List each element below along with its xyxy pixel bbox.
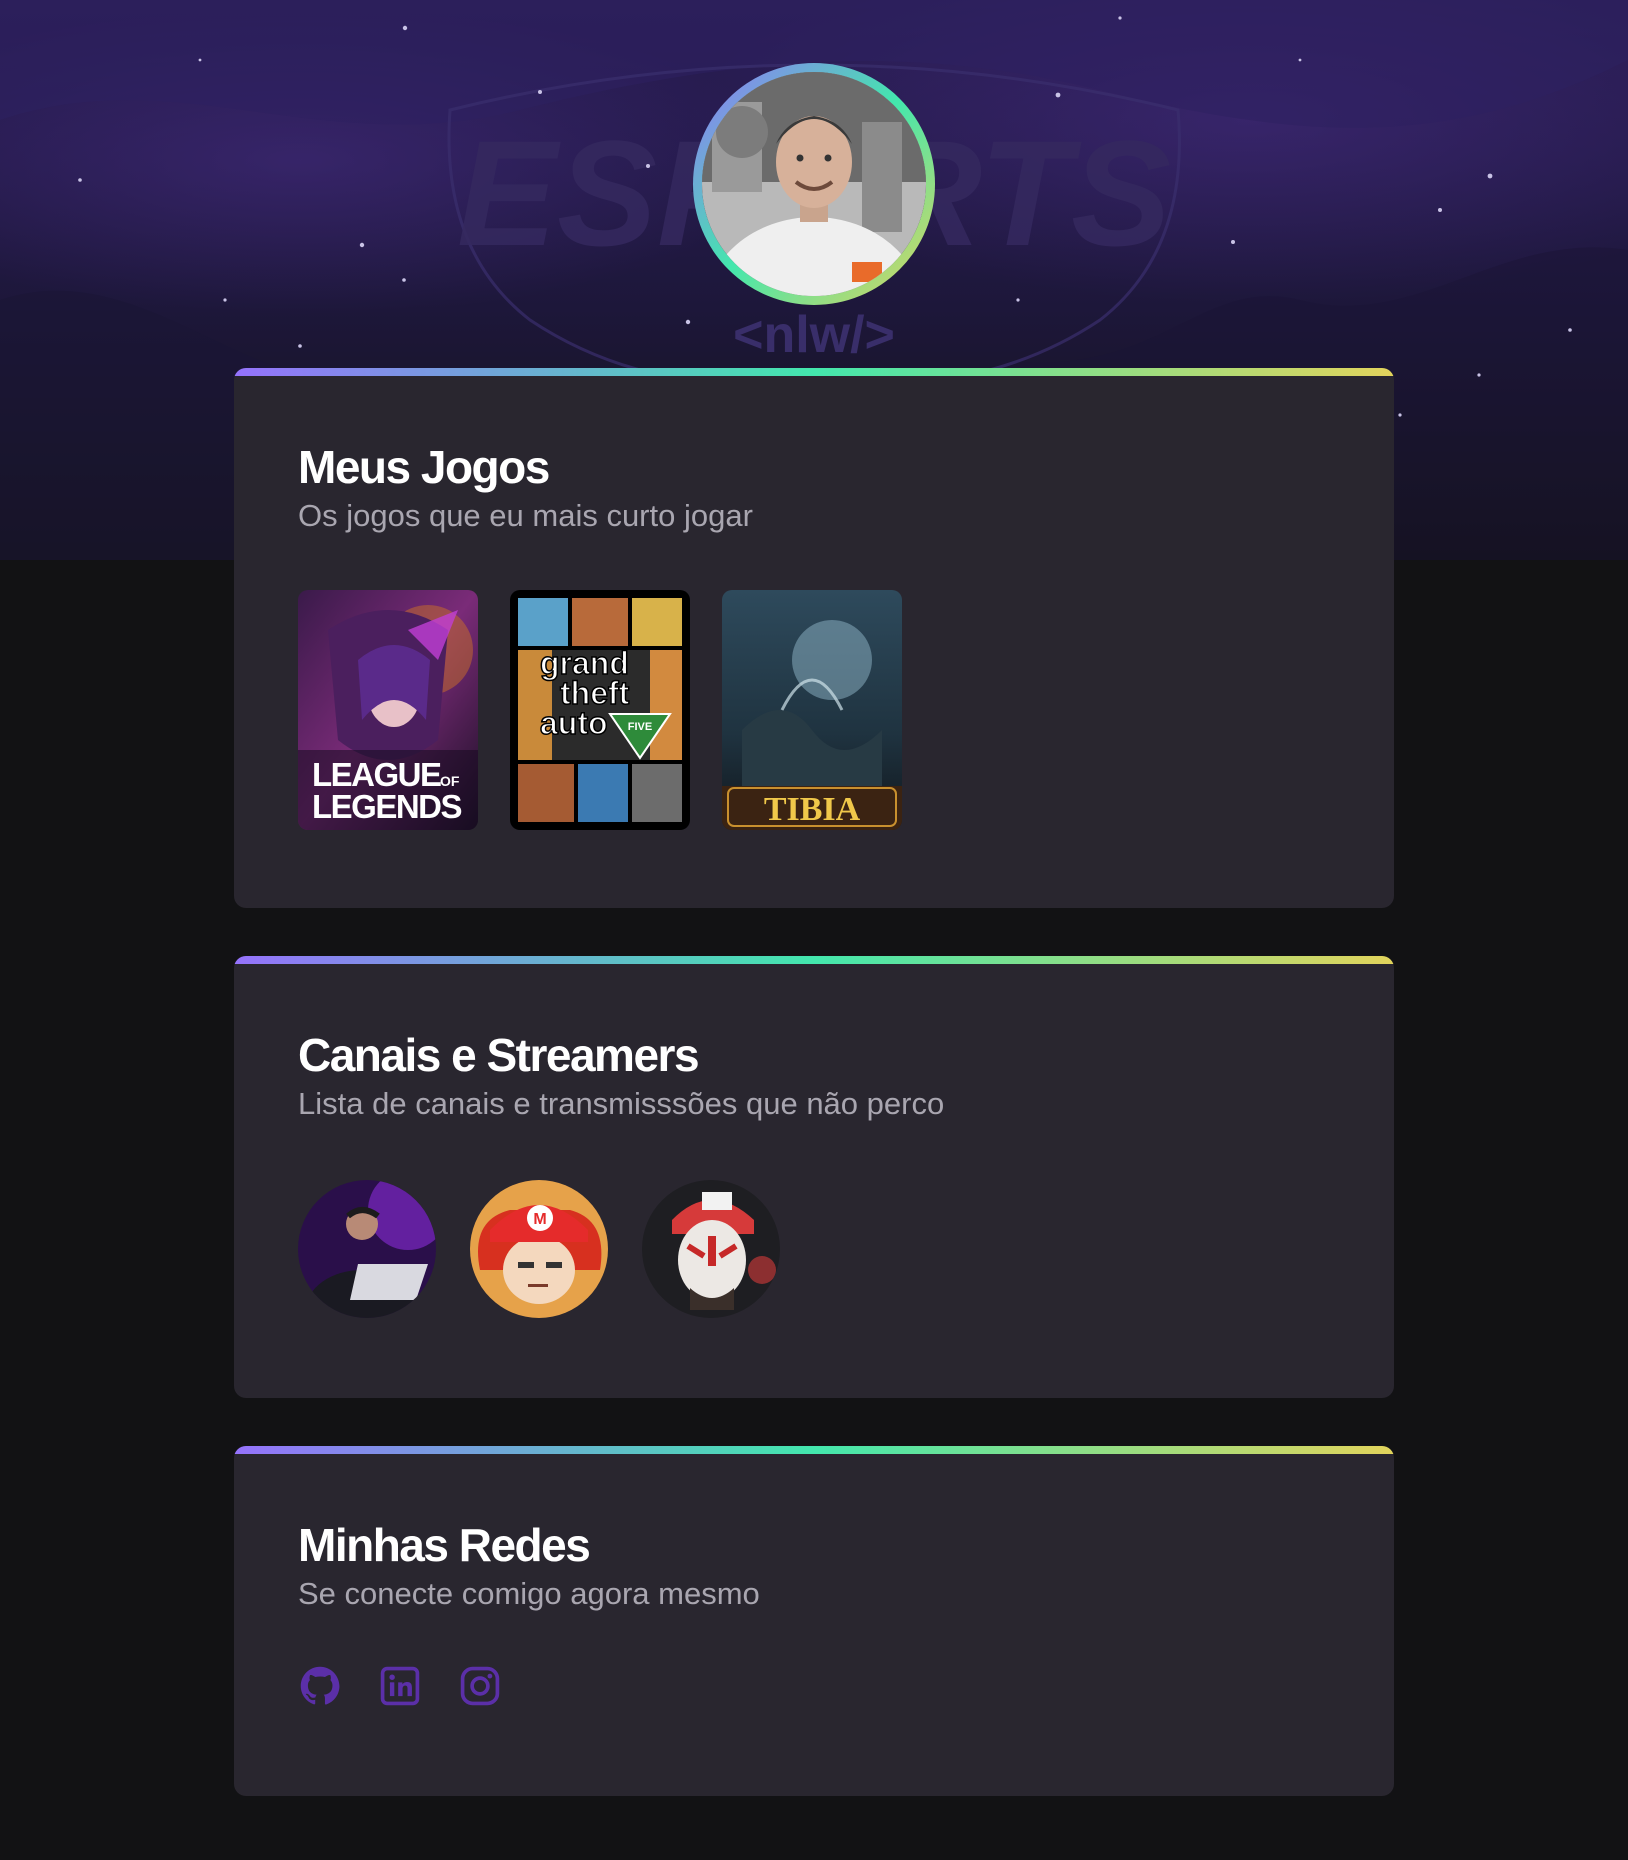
section-title: Canais e Streamers <box>298 1029 700 1081</box>
streamers-section: Canais e Streamers Lista de canais e tra… <box>234 956 1394 1398</box>
svg-text:M: M <box>533 1211 546 1228</box>
streamer-facepaint-avatar[interactable] <box>642 1180 780 1318</box>
socials-section: Minhas Redes Se conecte comigo agora mes… <box>234 1446 1394 1796</box>
section-title: Minhas Redes <box>298 1519 591 1571</box>
section-subtitle: Lista de canais e transmisssões que não … <box>298 1086 945 1121</box>
section-subtitle: Se conecte comigo agora mesmo <box>298 1576 760 1611</box>
game-card-tibia[interactable]: TIBIA <box>722 590 902 830</box>
streamer-laptop-avatar[interactable] <box>298 1180 436 1318</box>
section-title: Meus Jogos <box>298 441 550 493</box>
game-cover-text: TIBIA <box>764 791 861 828</box>
game-card-gta-v[interactable]: grand theft auto FIVE <box>510 590 690 830</box>
linkedin-icon[interactable] <box>378 1664 422 1708</box>
section-subtitle: Os jogos que eu mais curto jogar <box>298 498 753 533</box>
instagram-icon[interactable] <box>458 1664 502 1708</box>
game-cover-text: FIVE <box>628 721 652 733</box>
game-cover-text: OF <box>440 773 460 789</box>
games-section: Meus Jogos Os jogos que eu mais curto jo… <box>234 368 1394 908</box>
banner-tag-text: <nlw/> <box>733 306 895 364</box>
game-card-league-of-legends[interactable]: LEAGUE OF LEGENDS <box>298 590 478 830</box>
game-cover-text: LEGENDS <box>312 788 462 825</box>
profile-avatar <box>693 63 935 305</box>
profile-photo <box>702 72 926 296</box>
github-icon[interactable] <box>298 1664 342 1708</box>
streamer-red-cap-avatar[interactable]: M <box>470 1180 608 1318</box>
game-cover-text: auto <box>540 705 608 741</box>
